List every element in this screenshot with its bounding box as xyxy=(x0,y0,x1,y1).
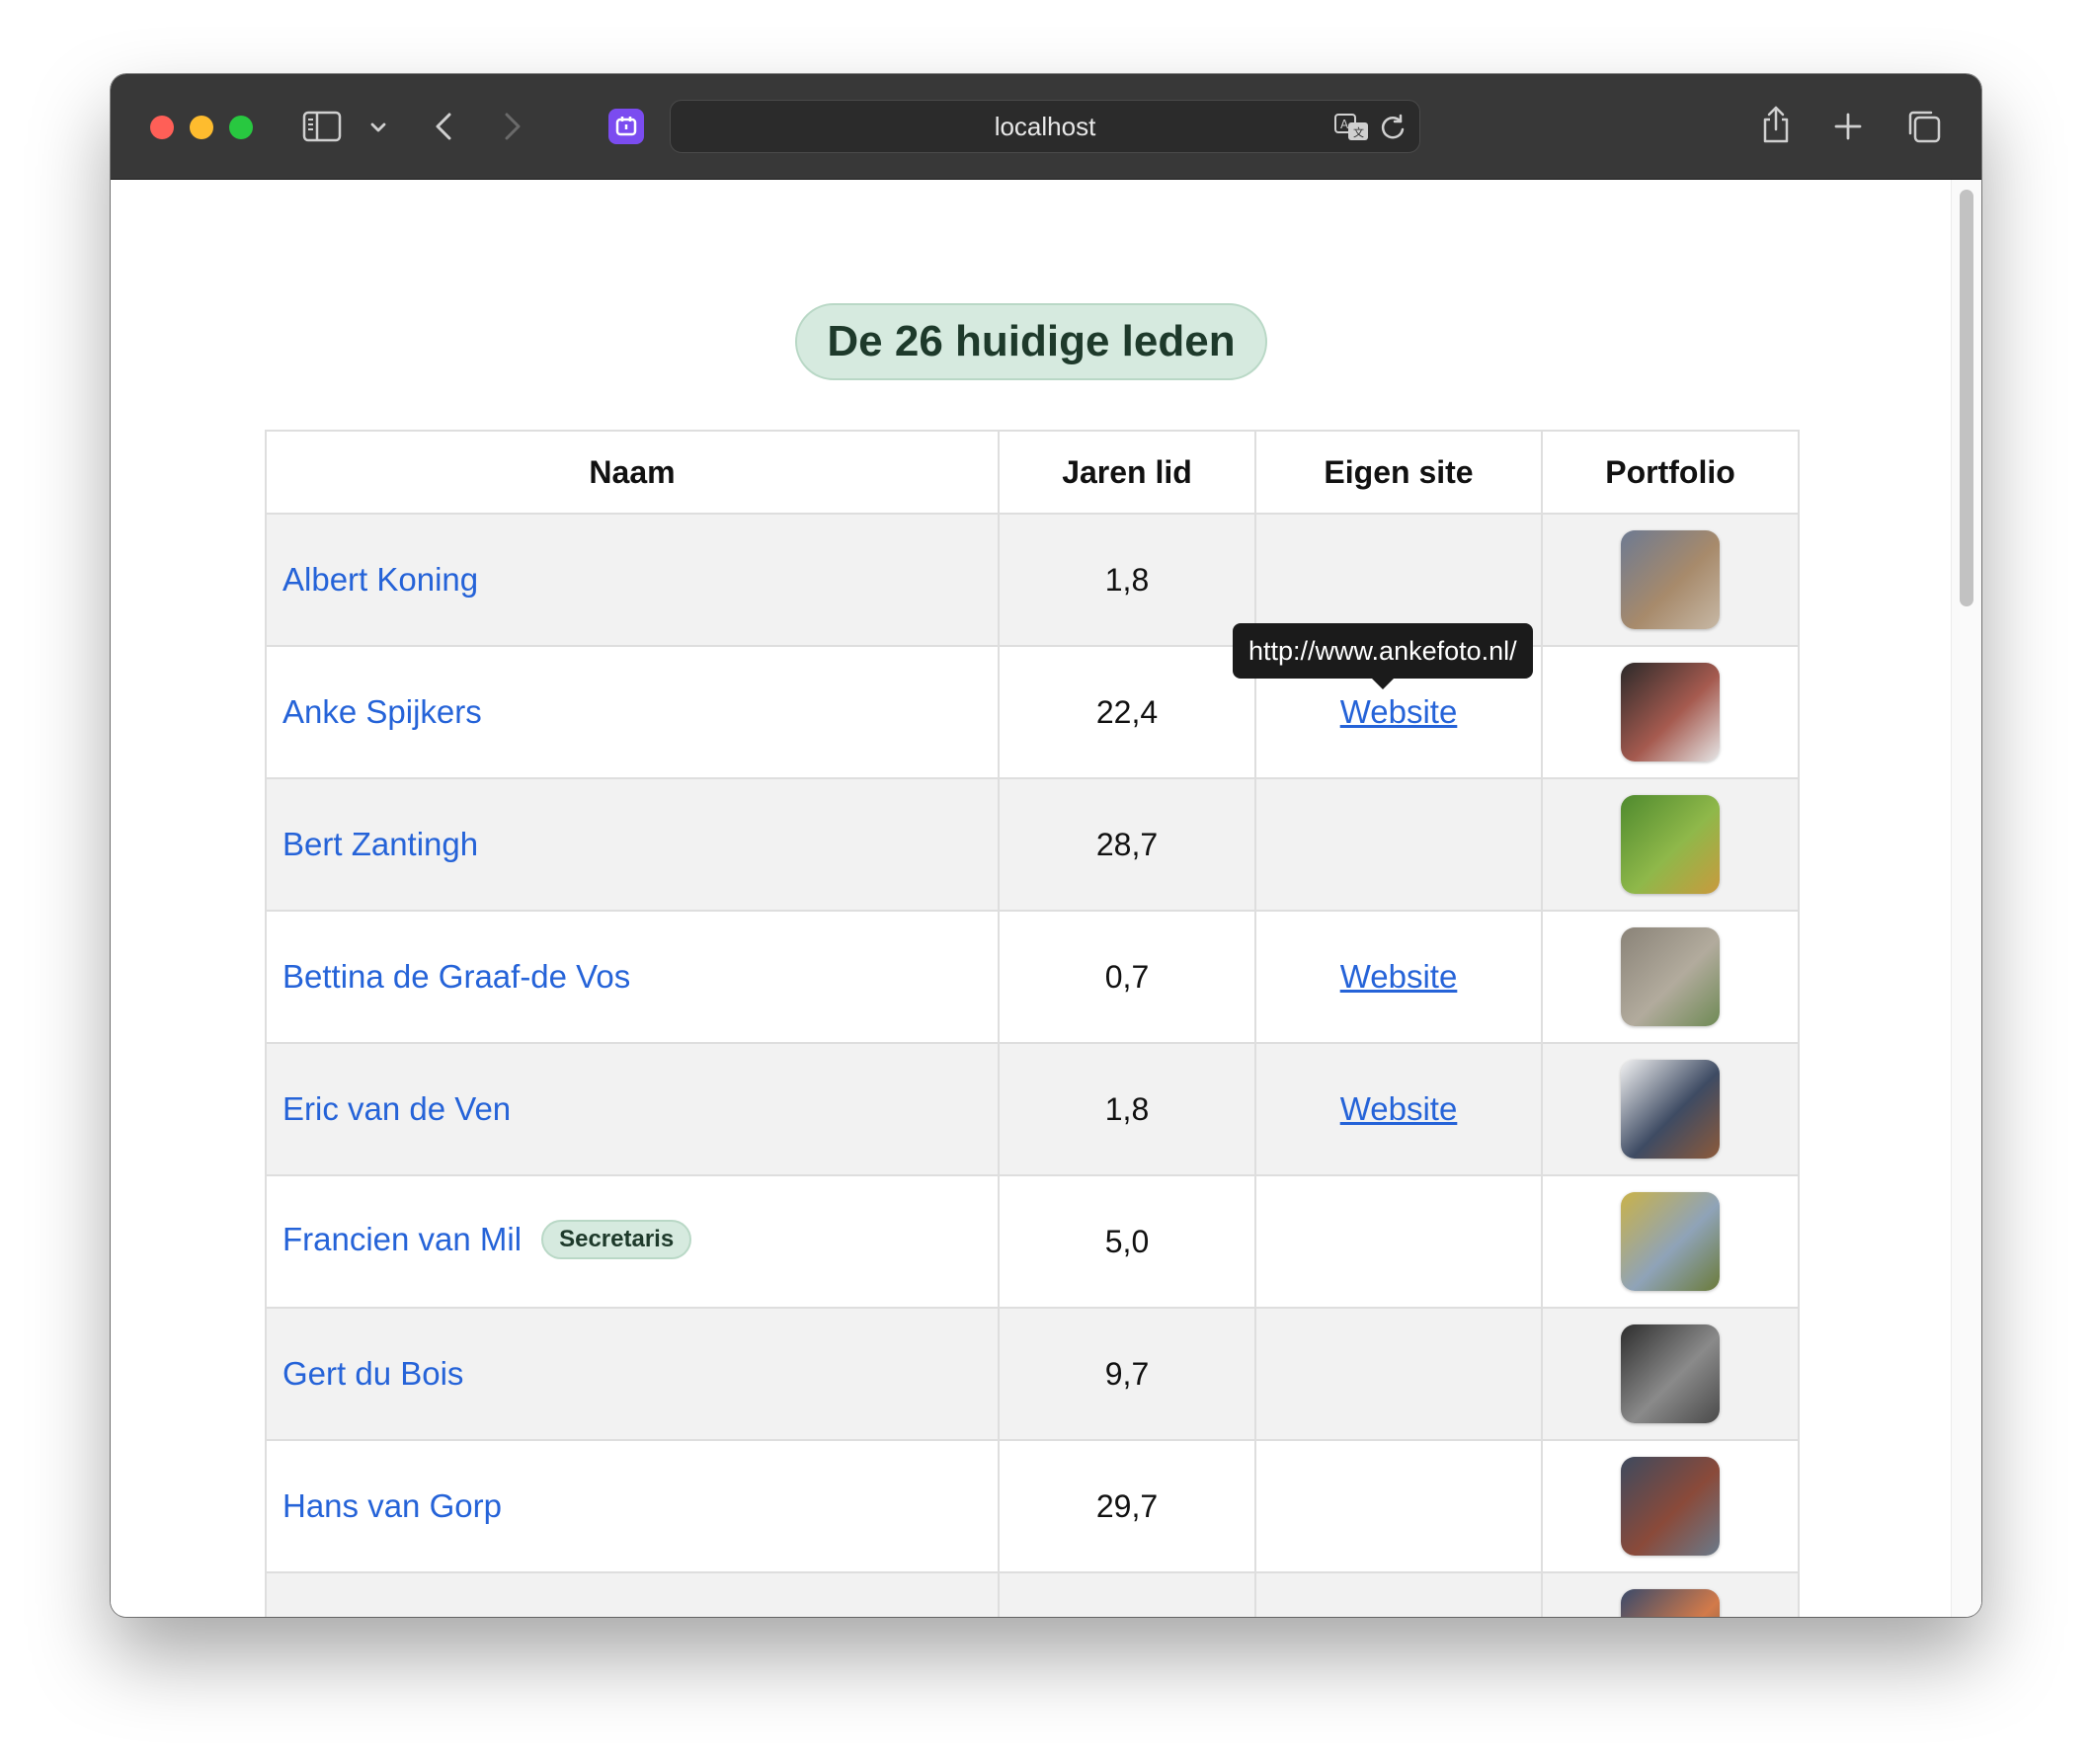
member-name-cell: Hans KrüsemannBestuurslid xyxy=(265,1571,1000,1617)
member-site-cell: Website xyxy=(1254,1042,1543,1176)
member-years-cell: 9,7 xyxy=(998,1307,1256,1441)
forward-arrow-icon[interactable] xyxy=(498,108,527,145)
member-portfolio-cell xyxy=(1541,1307,1800,1441)
portfolio-thumbnail[interactable] xyxy=(1621,1060,1720,1159)
member-name-cell: Eric van de Ven xyxy=(265,1042,1000,1176)
member-name-link[interactable]: Eric van de Ven xyxy=(282,1090,511,1127)
member-name-cell: Francien van Mil Secretaris xyxy=(265,1174,1000,1309)
member-years-cell: 1,8 xyxy=(998,513,1256,647)
table-header-row: Naam Jaren lid Eigen site Portfolio xyxy=(265,430,1800,515)
portfolio-thumbnail[interactable] xyxy=(1621,927,1720,1026)
member-years-cell: 8,4 xyxy=(998,1571,1256,1617)
screenshot-stage: localhost A 文 De 26 huidige leden Naam J… xyxy=(0,0,2092,1764)
member-name-link[interactable]: Anke Spijkers xyxy=(282,693,482,730)
portfolio-thumbnail[interactable] xyxy=(1621,1589,1720,1617)
member-name-link[interactable]: Francien van Mil xyxy=(282,1221,522,1257)
chevron-down-icon[interactable] xyxy=(365,116,391,139)
extension-icon[interactable] xyxy=(606,108,646,145)
member-site-cell xyxy=(1254,1571,1543,1617)
table-row: Hans KrüsemannBestuurslid8,4 xyxy=(265,1571,1800,1617)
member-portfolio-cell xyxy=(1541,513,1800,647)
translate-icon[interactable]: A 文 xyxy=(1332,111,1372,144)
member-name-cell: Bert Zantingh xyxy=(265,777,1000,912)
member-name-cell: Bettina de Graaf-de Vos xyxy=(265,910,1000,1044)
column-header-years: Jaren lid xyxy=(998,430,1256,515)
back-arrow-icon[interactable] xyxy=(429,108,458,145)
member-portfolio-cell xyxy=(1541,1174,1800,1309)
role-badge: Secretaris xyxy=(541,1219,692,1259)
member-site-cell xyxy=(1254,1439,1543,1573)
member-site-cell xyxy=(1254,1307,1543,1441)
member-site-cell: Website xyxy=(1254,910,1543,1044)
member-years-cell: 22,4 xyxy=(998,645,1256,779)
table-row: Anke Spijkers 22,4 Website xyxy=(265,645,1800,779)
member-portfolio-cell xyxy=(1541,910,1800,1044)
heading-wrapper: De 26 huidige leden xyxy=(111,303,1952,380)
member-name-cell: Albert Koning xyxy=(265,513,1000,647)
zoom-window-button[interactable] xyxy=(229,116,253,139)
address-bar[interactable]: localhost A 文 xyxy=(670,100,1420,153)
website-link[interactable]: Website xyxy=(1340,958,1458,995)
tabs-overview-icon[interactable] xyxy=(1904,108,1944,145)
member-name-cell: Hans van Gorp xyxy=(265,1439,1000,1573)
portfolio-thumbnail[interactable] xyxy=(1621,1192,1720,1291)
member-years-cell: 28,7 xyxy=(998,777,1256,912)
plus-icon[interactable] xyxy=(1831,110,1865,143)
page-content: De 26 huidige leden Naam Jaren lid Eigen… xyxy=(111,180,1981,1617)
member-portfolio-cell xyxy=(1541,777,1800,912)
portfolio-thumbnail[interactable] xyxy=(1621,795,1720,894)
table-row: Eric van de Ven 1,8 Website xyxy=(265,1042,1800,1176)
reload-icon[interactable] xyxy=(1376,111,1409,144)
share-icon[interactable] xyxy=(1758,102,1794,147)
member-name-cell: Anke Spijkers xyxy=(265,645,1000,779)
member-name-link[interactable]: Gert du Bois xyxy=(282,1355,463,1392)
table-row: Bettina de Graaf-de Vos 0,7 Website xyxy=(265,910,1800,1044)
member-portfolio-cell xyxy=(1541,1042,1800,1176)
browser-toolbar: localhost A 文 xyxy=(111,74,1981,180)
member-years-cell: 5,0 xyxy=(998,1174,1256,1309)
member-name-link[interactable]: Bettina de Graaf-de Vos xyxy=(282,958,630,995)
member-years-cell: 0,7 xyxy=(998,910,1256,1044)
sidebar-icon[interactable] xyxy=(302,110,342,143)
portfolio-thumbnail[interactable] xyxy=(1621,1457,1720,1556)
link-tooltip: http://www.ankefoto.nl/ xyxy=(1233,623,1533,689)
member-years-cell: 29,7 xyxy=(998,1439,1256,1573)
member-years-cell: 1,8 xyxy=(998,1042,1256,1176)
portfolio-thumbnail[interactable] xyxy=(1621,1324,1720,1423)
member-site-cell xyxy=(1254,777,1543,912)
table-row: Bert Zantingh 28,7 xyxy=(265,777,1800,912)
minimize-window-button[interactable] xyxy=(190,116,213,139)
member-name-link[interactable]: Bert Zantingh xyxy=(282,826,478,862)
column-header-site: Eigen site xyxy=(1254,430,1543,515)
member-name-link[interactable]: Albert Koning xyxy=(282,561,478,598)
column-header-name: Naam xyxy=(265,430,1000,515)
member-name-cell: Gert du Bois xyxy=(265,1307,1000,1441)
table-row: Albert Koning 1,8 xyxy=(265,513,1800,647)
table-row: Hans van Gorp 29,7 xyxy=(265,1439,1800,1573)
members-table-body: Albert Koning 1,8 Anke Spijkers 22,4 Website… xyxy=(265,513,1800,1617)
portfolio-thumbnail[interactable] xyxy=(1621,663,1720,762)
column-header-portfolio: Portfolio xyxy=(1541,430,1800,515)
browser-window: localhost A 文 De 26 huidige leden Naam J… xyxy=(111,74,1981,1617)
website-link[interactable]: Website xyxy=(1340,693,1458,730)
member-name-link[interactable]: Hans van Gorp xyxy=(282,1487,502,1524)
url-text: localhost xyxy=(994,112,1096,141)
scrollbar-thumb[interactable] xyxy=(1960,190,1973,606)
table-row: Gert du Bois 9,7 xyxy=(265,1307,1800,1441)
website-link[interactable]: Website xyxy=(1340,1090,1458,1127)
member-portfolio-cell xyxy=(1541,645,1800,779)
table-row: Francien van Mil Secretaris 5,0 xyxy=(265,1174,1800,1309)
member-site-cell xyxy=(1254,1174,1543,1309)
page-title: De 26 huidige leden xyxy=(795,303,1267,380)
svg-text:文: 文 xyxy=(1353,125,1364,139)
svg-text:A: A xyxy=(1340,118,1349,131)
member-portfolio-cell xyxy=(1541,1439,1800,1573)
member-portfolio-cell xyxy=(1541,1571,1800,1617)
scrollbar[interactable] xyxy=(1951,180,1981,1617)
members-table: Naam Jaren lid Eigen site Portfolio Albe… xyxy=(265,430,1800,1617)
portfolio-thumbnail[interactable] xyxy=(1621,530,1720,629)
close-window-button[interactable] xyxy=(150,116,174,139)
